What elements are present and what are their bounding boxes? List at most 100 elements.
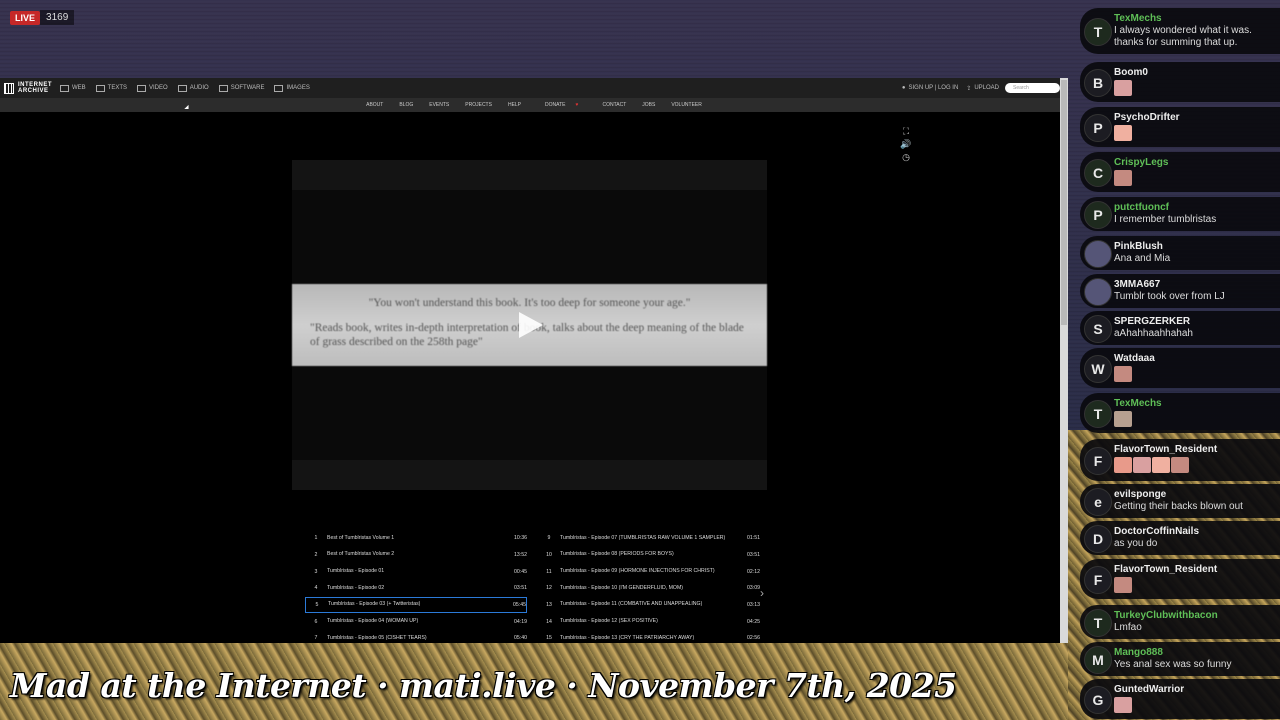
nav-web[interactable]: WEB [60, 84, 86, 92]
playlist-item[interactable]: 6 Tumblristas - Episode 04 (WOMAN UP) 04:1… [305, 613, 527, 630]
subnav-contact[interactable]: CONTACT [602, 102, 626, 108]
playlist-item[interactable]: 13 Tumblristas - Episode 11 (COMBATIVE AN… [538, 597, 760, 614]
playlist-item[interactable]: 9 Tumblristas - Episode 07 (TUMBLRISTAS R… [538, 530, 760, 547]
track-duration: 03:09 [747, 585, 760, 592]
avatar[interactable]: C [1084, 159, 1112, 187]
playlist-item[interactable]: 14 Tumblristas - Episode 12 (SEX POSITIVE… [538, 613, 760, 630]
playlist-item[interactable]: 4 Tumblristas - Episode 02 03:51 [305, 580, 527, 597]
subnav-about[interactable]: ABOUT [366, 102, 383, 108]
emote-row [1114, 169, 1274, 187]
chat-username[interactable]: TexMechs [1114, 398, 1274, 410]
chat-username[interactable]: Boom0 [1114, 67, 1274, 79]
chat-text: I remember tumblristas [1114, 214, 1217, 225]
playlist-item[interactable]: 15 Tumblristas - Episode 13 (CRY THE PATR… [538, 630, 760, 643]
chat-username[interactable]: SPERGZERKER [1114, 316, 1274, 328]
avatar[interactable]: P [1084, 114, 1112, 142]
avatar[interactable]: W [1084, 355, 1112, 383]
track-title: Tumblristas - Episode 11 (COMBATIVE AND … [560, 601, 703, 608]
nav-texts[interactable]: TEXTS [95, 84, 127, 92]
chat-username[interactable]: 3MMA667 [1114, 279, 1274, 291]
avatar[interactable]: B [1084, 69, 1112, 97]
chat-text: as you do [1114, 538, 1158, 549]
playlist-item[interactable]: 2 Best of Tumblristas Volume 2 13:52 [305, 547, 527, 564]
volume-icon[interactable]: 🔊 [900, 138, 912, 151]
avatar[interactable]: T [1084, 609, 1112, 637]
emote-icon [1114, 456, 1132, 473]
subnav-jobs[interactable]: JOBS [642, 102, 655, 108]
chat-username[interactable]: GuntedWarrior [1114, 684, 1274, 696]
search-input[interactable]: Search [1005, 83, 1060, 93]
avatar[interactable]: F [1084, 566, 1112, 594]
avatar[interactable]: M [1084, 646, 1112, 674]
nav-audio[interactable]: AUDIO [177, 84, 209, 92]
chat-username[interactable]: PsychoDrifter [1114, 112, 1274, 124]
avatar[interactable]: P [1084, 201, 1112, 229]
playlist-item[interactable]: 1 Best of Tumblristas Volume 1 10:36 [305, 530, 527, 547]
logo-line2: ARCHIVE [18, 88, 49, 94]
page-scrollbar[interactable] [1060, 78, 1068, 643]
avatar[interactable]: T [1084, 18, 1112, 46]
track-duration: 00:45 [514, 568, 527, 575]
track-duration: 10:36 [514, 535, 527, 542]
subnav-events[interactable]: EVENTS [429, 102, 449, 108]
subnav-volunteer[interactable]: VOLUNTEER [671, 102, 702, 108]
playlist-item[interactable]: 11 Tumblristas - Episode 09 (HORMONE INJE… [538, 563, 760, 580]
chat-username[interactable]: TexMechs [1114, 13, 1274, 25]
chat-username[interactable]: Mango888 [1114, 647, 1274, 659]
avatar[interactable]: T [1084, 400, 1112, 428]
chat-message: e evilsponge Getting their backs blown out [1080, 484, 1280, 518]
chat-username[interactable]: FlavorTown_Resident [1114, 564, 1274, 576]
playlist-item[interactable]: 5 Tumblristas - Episode 03 (+ Twitterista… [305, 596, 527, 614]
playlist-next-icon[interactable]: › [760, 586, 764, 600]
chat-text: Ana and Mia [1114, 253, 1171, 264]
avatar[interactable]: G [1084, 686, 1112, 714]
subnav-blog[interactable]: BLOG [399, 102, 413, 108]
track-number: 2 [314, 552, 318, 559]
avatar[interactable]: e [1084, 488, 1112, 516]
chat-username[interactable]: FlavorTown_Resident [1114, 444, 1274, 456]
track-number: 13 [546, 602, 552, 609]
chat-username[interactable]: Watdaaa [1114, 353, 1274, 365]
nav-video[interactable]: VIDEO [137, 84, 168, 92]
fullscreen-icon[interactable]: ⛶ [900, 125, 912, 138]
emote-icon [1114, 124, 1132, 141]
avatar[interactable]: F [1084, 447, 1112, 475]
subnav-projects[interactable]: PROJECTS [465, 102, 492, 108]
avatar[interactable]: D [1084, 525, 1112, 553]
video-player[interactable]: "You won't understand this book. It's to… [292, 160, 767, 490]
subnav-help[interactable]: HELP [508, 102, 521, 108]
play-icon[interactable] [519, 312, 543, 338]
playlist-item[interactable]: 3 Tumblristas - Episode 01 00:45 [305, 563, 527, 580]
nav-images[interactable]: IMAGES [274, 84, 310, 92]
chat-username[interactable]: PinkBlush [1114, 241, 1274, 253]
track-number: 10 [546, 552, 552, 559]
chat-username[interactable]: TurkeyClubwithbacon [1114, 610, 1274, 622]
playlist-item[interactable]: 12 Tumblristas - Episode 10 (I'M GENDERFL… [538, 580, 760, 597]
nav-software[interactable]: SOFTWARE [218, 84, 264, 92]
chat-username[interactable]: CrispyLegs [1114, 157, 1274, 169]
signup-login-link[interactable]: SIGN UP | LOG IN [908, 85, 958, 91]
chat-text: I always wondered what it was. thanks fo… [1114, 25, 1252, 48]
chat-message: W Watdaaa [1080, 348, 1280, 388]
speed-icon[interactable]: ◷ [900, 151, 912, 164]
subnav-donate[interactable]: DONATE ♥ [537, 102, 586, 108]
track-duration: 03:13 [747, 602, 760, 609]
track-duration: 04:19 [514, 618, 527, 625]
avatar[interactable] [1084, 240, 1112, 268]
archive-logo[interactable]: INTERNET ARCHIVE [4, 82, 52, 94]
playlist-item[interactable]: 7 Tumblristas - Episode 05 (CISHET TEARS)… [305, 630, 527, 643]
track-number: 3 [314, 568, 318, 575]
emote-icon [1114, 365, 1132, 382]
scrollbar-thumb[interactable] [1061, 80, 1067, 325]
track-duration: 13:52 [514, 552, 527, 559]
chat-username[interactable]: DoctorCoffinNails [1114, 526, 1274, 538]
chat-username[interactable]: evilsponge [1114, 489, 1274, 501]
chat-panel: T TexMechs I always wondered what it was. … [1080, 0, 1280, 720]
emote-row [1114, 79, 1274, 97]
avatar[interactable] [1084, 278, 1112, 306]
chat-username[interactable]: putctfuoncf [1114, 202, 1274, 214]
upload-link[interactable]: UPLOAD [974, 85, 999, 91]
track-title: Tumblristas - Episode 04 (WOMAN UP) [327, 618, 419, 625]
avatar[interactable]: S [1084, 315, 1112, 343]
playlist-item[interactable]: 10 Tumblristas - Episode 08 (PERIODS FOR … [538, 547, 760, 564]
